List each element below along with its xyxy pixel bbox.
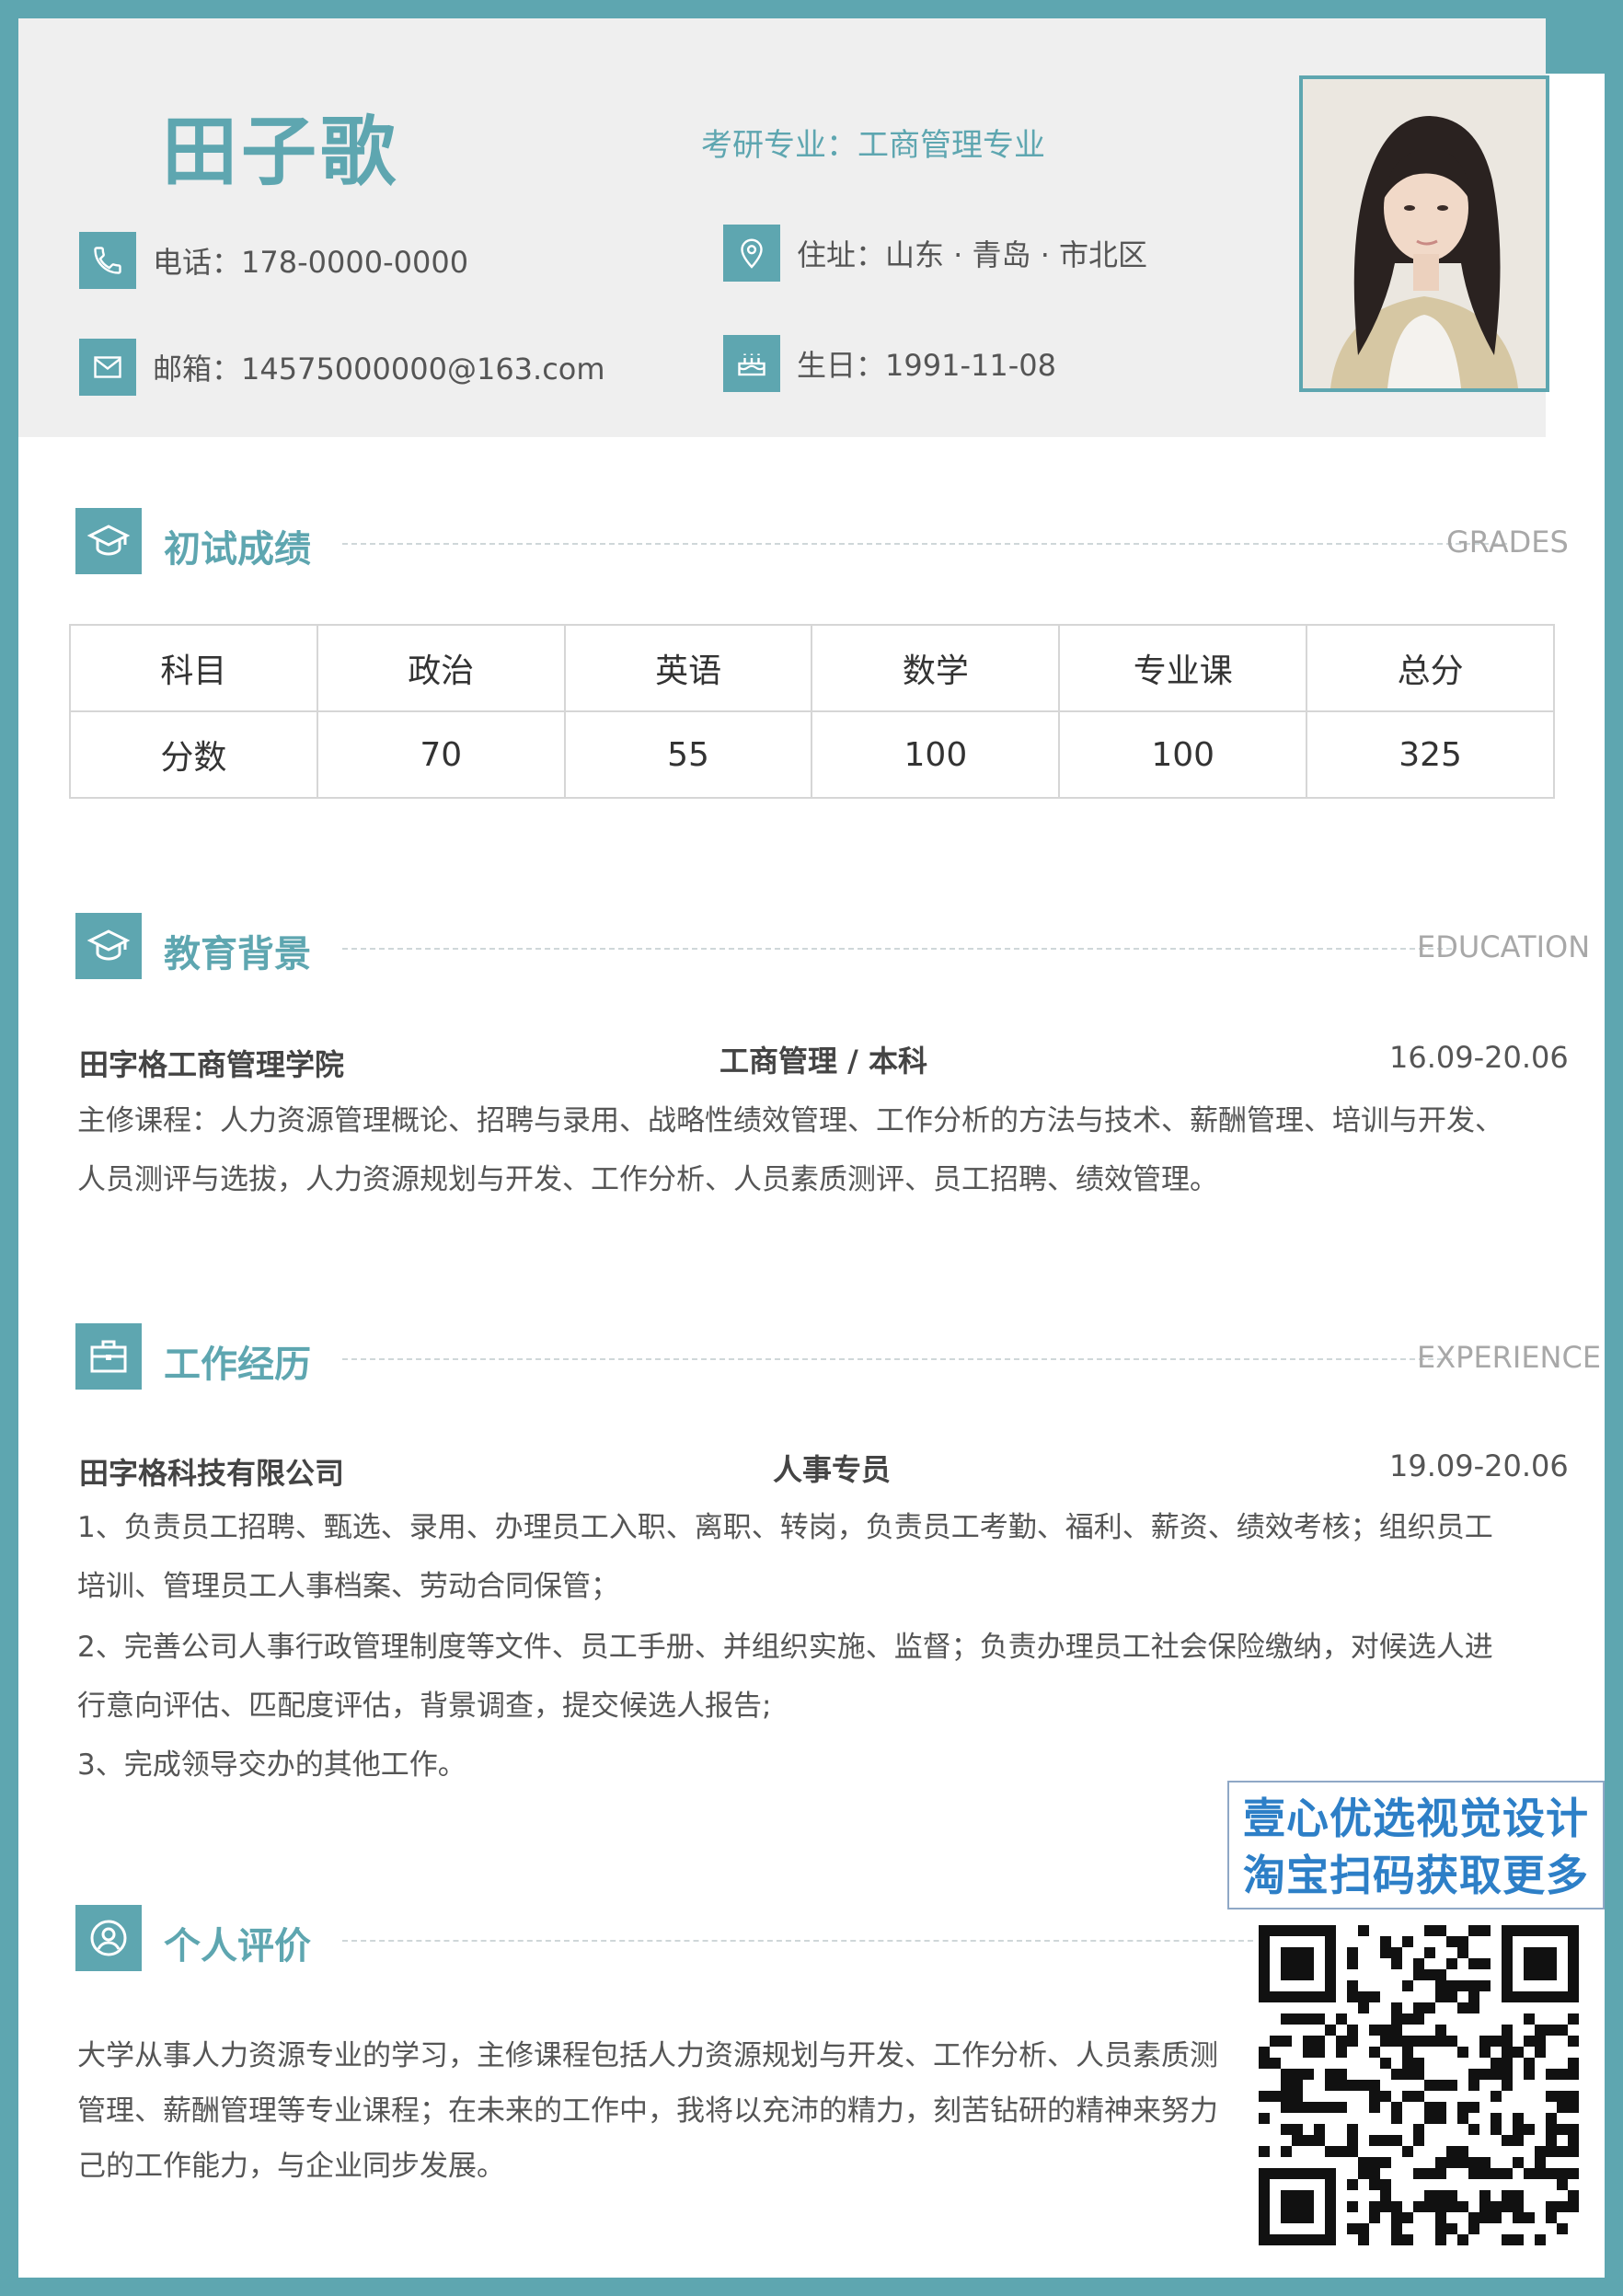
table-cell: 分数 (69, 710, 318, 799)
grades-section-header: 初试成绩 GRADES (75, 508, 1584, 576)
table-header-cell: 数学 (811, 624, 1061, 712)
email-row: 邮箱：14575000000@163.com (79, 339, 605, 396)
promo-line: 壹心优选视觉设计 (1243, 1794, 1589, 1843)
birthday-text: 生日：1991-11-08 (797, 348, 1056, 383)
courses-line: 主修课程：人力资源管理概论、招聘与录用、战略性绩效管理、工作分析的方法与技术、薪… (77, 1104, 1503, 1137)
phone-text: 电话：178-0000-0000 (153, 245, 469, 280)
resume-page: 田子歌 考研专业：工商管理专业 电话：178-0000-0000 邮箱：1457… (18, 18, 1605, 2278)
education-title: 教育背景 (164, 933, 311, 975)
duty-line: 2、完善公司人事行政管理制度等文件、员工手册、并组织实施、监督；负责办理员工社会… (77, 1631, 1493, 1664)
phone-icon (79, 232, 136, 289)
table-row: 科目 政治 英语 数学 专业课 总分 (69, 624, 1555, 712)
evaluation-line: 管理、薪酬管理等专业课程；在未来的工作中，我将以充沛的精力，刻苦钻研的精神来努力 (77, 2094, 1218, 2128)
section-divider (342, 948, 1452, 950)
promo-line: 淘宝扫码获取更多 (1243, 1851, 1589, 1900)
promo-banner: 壹心优选视觉设计 淘宝扫码获取更多 (1227, 1781, 1605, 1909)
evaluation-line: 己的工作能力，与企业同步发展。 (77, 2150, 505, 2183)
experience-section-header: 工作经历 EXPERIENCE (75, 1323, 1601, 1391)
table-header-cell: 政治 (316, 624, 566, 712)
briefcase-icon (75, 1323, 142, 1390)
section-divider (342, 1358, 1452, 1360)
school-name: 田字格工商管理学院 (79, 1047, 345, 1082)
duty-line: 培训、管理员工人事档案、劳动合同保管； (77, 1570, 619, 1603)
courses-line: 人员测评与选拔，人力资源规划与开发、工作分析、人员素质测评、员工招聘、绩效管理。 (77, 1163, 1218, 1196)
company-name: 田字格科技有限公司 (79, 1456, 345, 1491)
profile-photo (1299, 75, 1549, 392)
user-profile-icon (75, 1905, 142, 1971)
grades-title: 初试成绩 (164, 528, 311, 571)
grades-table: 科目 政治 英语 数学 专业课 总分 分数 70 55 100 100 325 (69, 624, 1555, 799)
education-period: 16.09-20.06 (1389, 1040, 1569, 1075)
table-cell: 100 (811, 710, 1061, 799)
phone-row: 电话：178-0000-0000 (79, 232, 468, 289)
address-row: 住址：山东 · 青岛 · 市北区 (723, 225, 1147, 282)
experience-english-label: EXPERIENCE (1417, 1340, 1602, 1375)
table-header-cell: 专业课 (1058, 624, 1308, 712)
table-cell: 325 (1306, 710, 1555, 799)
table-cell: 55 (563, 710, 813, 799)
table-cell: 100 (1058, 710, 1308, 799)
section-divider (342, 1940, 1262, 1942)
graduation-cap-icon (75, 508, 142, 574)
target-major: 考研专业：工商管理专业 (701, 127, 1045, 164)
location-pin-icon (723, 225, 780, 282)
graduation-cap-icon (75, 913, 142, 979)
duty-line: 行意向评估、匹配度评估，背景调查，提交候选人报告; (77, 1690, 772, 1723)
grades-english-label: GRADES (1446, 525, 1569, 560)
table-cell: 70 (316, 710, 566, 799)
birthday-cake-icon (723, 335, 780, 392)
table-header-cell: 总分 (1306, 624, 1555, 712)
job-position: 人事专员 (773, 1452, 892, 1487)
experience-title: 工作经历 (164, 1344, 311, 1386)
candidate-name: 田子歌 (162, 109, 400, 196)
email-text: 邮箱：14575000000@163.com (153, 352, 605, 387)
experience-period: 19.09-20.06 (1389, 1448, 1569, 1483)
section-divider (342, 543, 1507, 545)
duty-line: 1、负责员工招聘、甄选、录用、办理员工入职、离职、转岗，负责员工考勤、福利、薪资… (77, 1511, 1493, 1544)
corner-accent (1546, 18, 1605, 74)
qr-modules (1259, 1925, 1579, 2245)
table-row: 分数 70 55 100 100 325 (69, 710, 1555, 799)
qr-code[interactable] (1257, 1923, 1581, 2247)
birthday-row: 生日：1991-11-08 (723, 335, 1056, 392)
table-header-cell: 科目 (69, 624, 318, 712)
evaluation-title: 个人评价 (164, 1925, 311, 1967)
evaluation-line: 大学从事人力资源专业的学习，主修课程包括人力资源规划与开发、工作分析、人员素质测 (77, 2039, 1218, 2072)
table-header-cell: 英语 (563, 624, 813, 712)
mail-icon (79, 339, 136, 396)
duty-line: 3、完成领导交办的其他工作。 (77, 1748, 466, 1782)
address-text: 住址：山东 · 青岛 · 市北区 (797, 237, 1148, 272)
education-english-label: EDUCATION (1417, 929, 1591, 964)
education-section-header: 教育背景 EDUCATION (75, 913, 1590, 981)
education-major: 工商管理 / 本科 (719, 1044, 927, 1079)
